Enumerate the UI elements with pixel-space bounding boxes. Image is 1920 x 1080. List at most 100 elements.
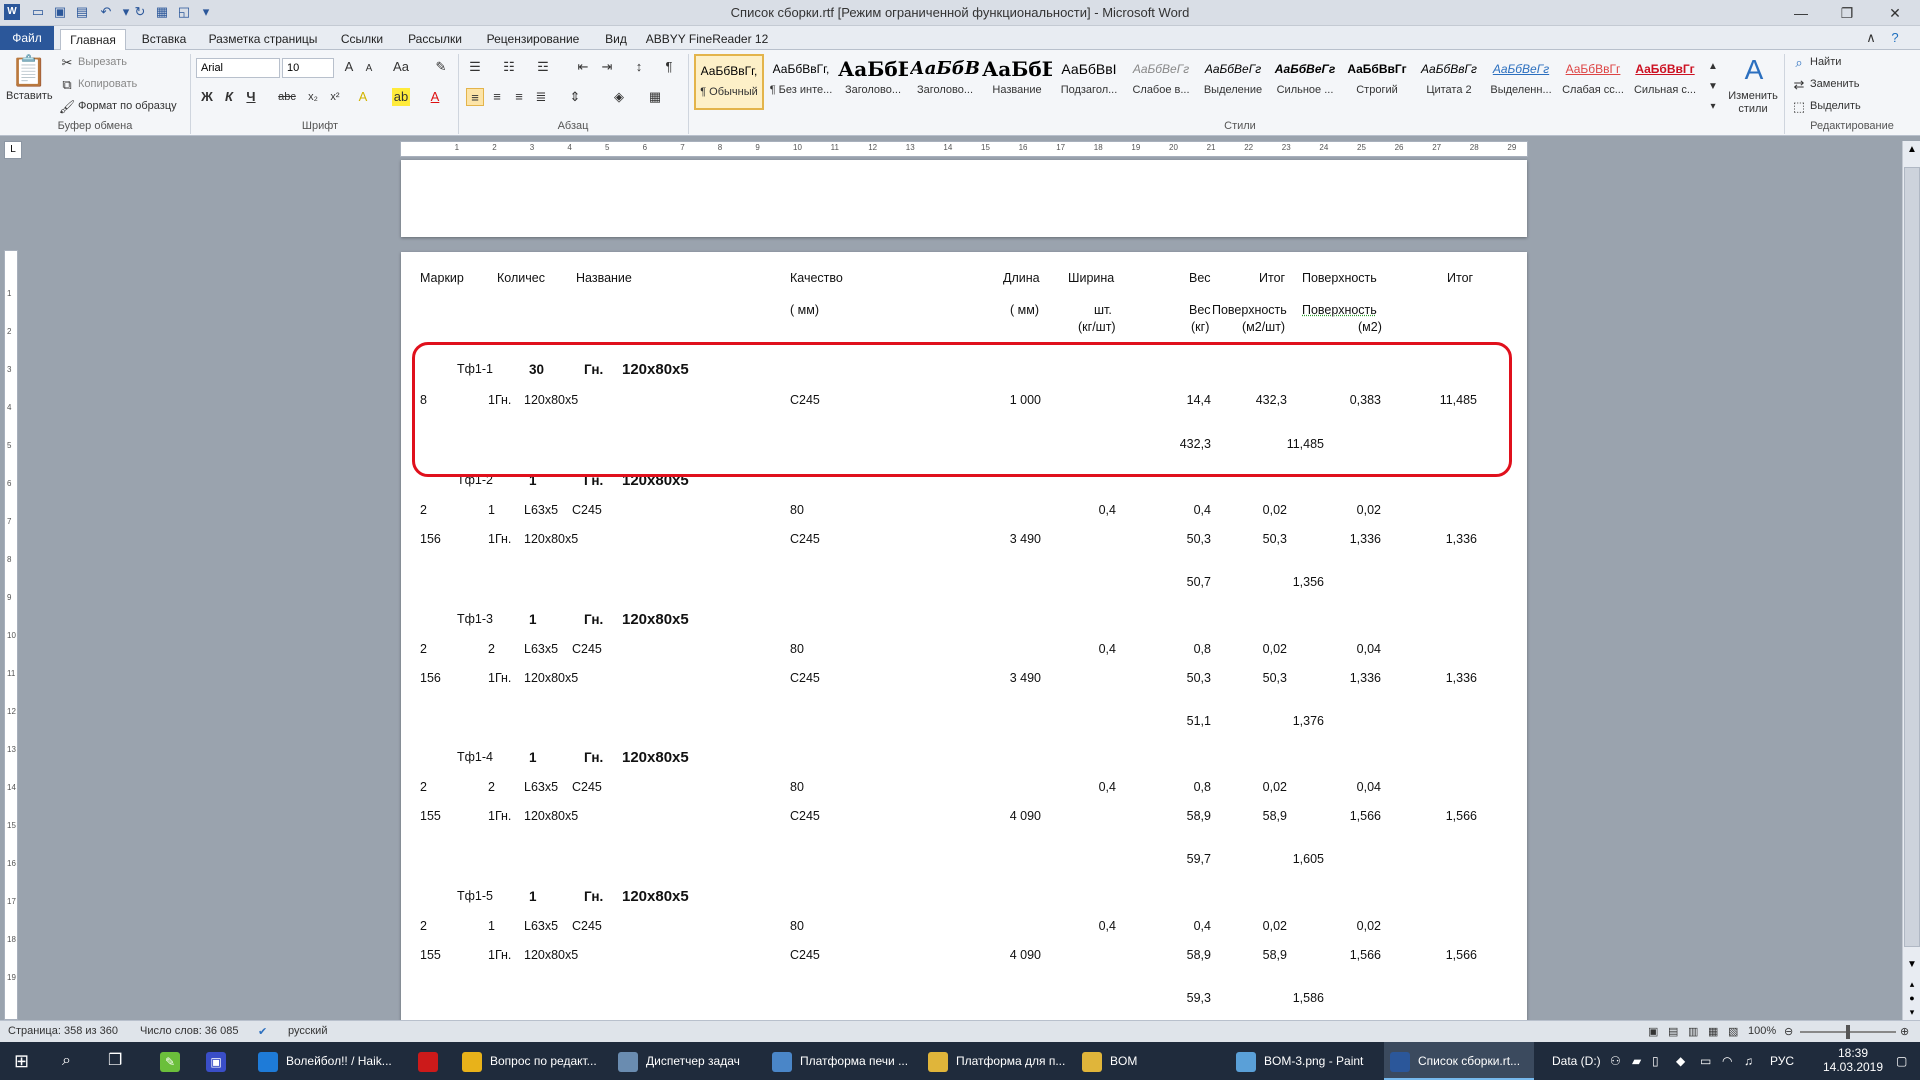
style-item[interactable]: АаБбВвГг Строгий	[1342, 54, 1412, 110]
change-styles-icon[interactable]: A	[1736, 54, 1772, 86]
status-page[interactable]: Страница: 358 из 360	[8, 1025, 118, 1037]
notifications-icon[interactable]: ▢	[1896, 1042, 1907, 1080]
font-name-combo[interactable]: Arial	[196, 58, 280, 78]
tab-view[interactable]: Вид	[596, 29, 636, 50]
shrink-font-icon[interactable]: A	[360, 60, 378, 78]
decrease-indent-icon[interactable]: ⇤	[574, 58, 592, 76]
tab-mailings[interactable]: Рассылки	[400, 29, 470, 50]
full-screen-view-icon[interactable]: ▤	[1668, 1025, 1678, 1038]
minimize-button[interactable]: —	[1778, 0, 1824, 26]
select-button[interactable]: Выделить	[1810, 100, 1861, 112]
tray-clock[interactable]: 18:39 14.03.2019	[1818, 1042, 1888, 1080]
tray-network-icon[interactable]: ⚇	[1610, 1042, 1621, 1080]
multilevel-list-icon[interactable]: ☲	[534, 58, 552, 76]
tab-insert[interactable]: Вставка	[134, 29, 194, 50]
tab-home[interactable]: Главная	[60, 29, 126, 51]
bold-icon[interactable]: Ж	[198, 88, 216, 106]
taskbar-item[interactable]: Платформа для п...	[922, 1042, 1072, 1080]
status-word-count[interactable]: Число слов: 36 085	[140, 1025, 238, 1037]
subscript-icon[interactable]: x₂	[304, 88, 322, 106]
copy-button[interactable]: Копировать	[78, 78, 137, 90]
tray-monitor-icon[interactable]: ▭	[1700, 1042, 1711, 1080]
underline-icon[interactable]: Ч	[242, 88, 260, 106]
style-item[interactable]: АаБбЕ Заголово...	[838, 54, 908, 110]
scrollbar-thumb[interactable]	[1904, 167, 1920, 947]
scroll-up-icon[interactable]: ▲	[1904, 141, 1920, 159]
tray-wifi-icon[interactable]: ◠	[1722, 1042, 1732, 1080]
tab-review[interactable]: Рецензирование	[478, 29, 588, 50]
format-painter-button[interactable]: Формат по образцу	[78, 100, 177, 112]
change-styles-button[interactable]: Изменить стили	[1722, 90, 1784, 116]
find-icon[interactable]: ⌕	[1790, 54, 1808, 72]
cut-icon[interactable]: ✂	[58, 54, 76, 72]
style-item[interactable]: АаБбВвГг, ¶ Обычный	[694, 54, 764, 110]
align-center-icon[interactable]: ≡	[488, 88, 506, 106]
tray-volume-icon[interactable]: ♫	[1744, 1042, 1753, 1080]
taskbar-item[interactable]: Диспетчер задач	[612, 1042, 762, 1080]
replace-icon[interactable]: ⇄	[1790, 76, 1808, 94]
strikethrough-icon[interactable]: abc	[278, 88, 296, 106]
print-layout-view-icon[interactable]: ▣	[1648, 1025, 1658, 1038]
style-item[interactable]: АаБбВвГг Слабая сс...	[1558, 54, 1628, 110]
scroll-down-icon[interactable]: ▼	[1904, 956, 1920, 974]
zoom-out-icon[interactable]: ⊖	[1784, 1025, 1793, 1038]
align-right-icon[interactable]: ≡	[510, 88, 528, 106]
style-item[interactable]: АаБбВвІ Подзагол...	[1054, 54, 1124, 110]
start-button-windows-icon[interactable]: ⊞	[14, 1042, 42, 1080]
help-icon[interactable]: ?	[1886, 29, 1904, 47]
outline-view-icon[interactable]: ▦	[1708, 1025, 1718, 1038]
increase-indent-icon[interactable]: ⇥	[598, 58, 616, 76]
tab-selector-icon[interactable]: L	[4, 141, 22, 159]
zoom-in-icon[interactable]: ⊕	[1900, 1025, 1909, 1038]
clear-formatting-icon[interactable]: ✎	[432, 58, 450, 76]
change-case-icon[interactable]: Aa	[392, 58, 410, 76]
tab-file[interactable]: Файл	[0, 26, 54, 50]
styles-scroll-down-icon[interactable]: ▼	[1704, 78, 1722, 96]
format-painter-icon[interactable]: 🖌	[58, 98, 76, 116]
style-item[interactable]: АаБбВвГг Сильная с...	[1630, 54, 1700, 110]
align-left-icon[interactable]: ≡	[466, 88, 484, 106]
tray-drive[interactable]: Data (D:)	[1552, 1042, 1601, 1080]
tab-abbyy[interactable]: ABBYY FineReader 12	[644, 29, 770, 50]
styles-scroll-up-icon[interactable]: ▲	[1704, 58, 1722, 76]
style-item[interactable]: АаБбВвГг Цитата 2	[1414, 54, 1484, 110]
taskbar-item[interactable]: Волейбол!! / Haik...	[252, 1042, 402, 1080]
font-color-icon[interactable]: A	[426, 88, 444, 106]
style-item[interactable]: АаБбВвГг, ¶ Без инте...	[766, 54, 836, 110]
restore-button[interactable]: ❐	[1824, 0, 1870, 26]
taskbar-item[interactable]: Платформа печи ...	[766, 1042, 916, 1080]
draft-view-icon[interactable]: ▧	[1728, 1025, 1738, 1038]
taskbar-item[interactable]: Список сборки.rt...	[1384, 1042, 1534, 1080]
style-item[interactable]: АаБбВеГг Выделенн...	[1486, 54, 1556, 110]
search-icon[interactable]: ⌕	[62, 1042, 90, 1080]
replace-button[interactable]: Заменить	[1810, 78, 1859, 90]
vertical-scrollbar[interactable]: ▲ ▼ ▴ ● ▾	[1902, 141, 1920, 1021]
line-spacing-icon[interactable]: ⇕	[566, 88, 584, 106]
justify-icon[interactable]: ≣	[532, 88, 550, 106]
cut-button[interactable]: Вырезать	[78, 56, 127, 68]
zoom-slider-handle[interactable]	[1846, 1025, 1850, 1039]
browse-object-icon[interactable]: ●	[1904, 993, 1920, 1007]
tray-nvidia-icon[interactable]: ▰	[1632, 1042, 1641, 1080]
style-item[interactable]: АаБбЕ Название	[982, 54, 1052, 110]
copy-icon[interactable]: ⧉	[58, 76, 76, 94]
zoom-level[interactable]: 100%	[1748, 1025, 1776, 1037]
tray-language[interactable]: РУС	[1770, 1042, 1794, 1080]
show-marks-icon[interactable]: ¶	[660, 58, 678, 76]
bullets-icon[interactable]: ☰	[466, 58, 484, 76]
close-button[interactable]: ✕	[1870, 0, 1920, 26]
prev-page-icon[interactable]: ▴	[1904, 979, 1920, 993]
highlight-icon[interactable]: ab	[392, 88, 410, 106]
superscript-icon[interactable]: x²	[326, 88, 344, 106]
shading-icon[interactable]: ◈	[610, 88, 628, 106]
style-item[interactable]: АаБбВеГг Выделение	[1198, 54, 1268, 110]
borders-icon[interactable]: ▦	[646, 88, 664, 106]
task-view-icon[interactable]: ❐	[108, 1042, 136, 1080]
vertical-ruler[interactable]: 1 2 3 4 5 6 7 8 9 10 11 12 13 14 15 16 17 18 19	[4, 250, 18, 1020]
select-icon[interactable]: ⬚	[1790, 98, 1808, 116]
tab-references[interactable]: Ссылки	[332, 29, 392, 50]
italic-icon[interactable]: К	[220, 88, 238, 106]
taskbar-item[interactable]: Вопрос по редакт...	[456, 1042, 606, 1080]
grow-font-icon[interactable]: A	[340, 58, 358, 76]
next-page-icon[interactable]: ▾	[1904, 1007, 1920, 1021]
